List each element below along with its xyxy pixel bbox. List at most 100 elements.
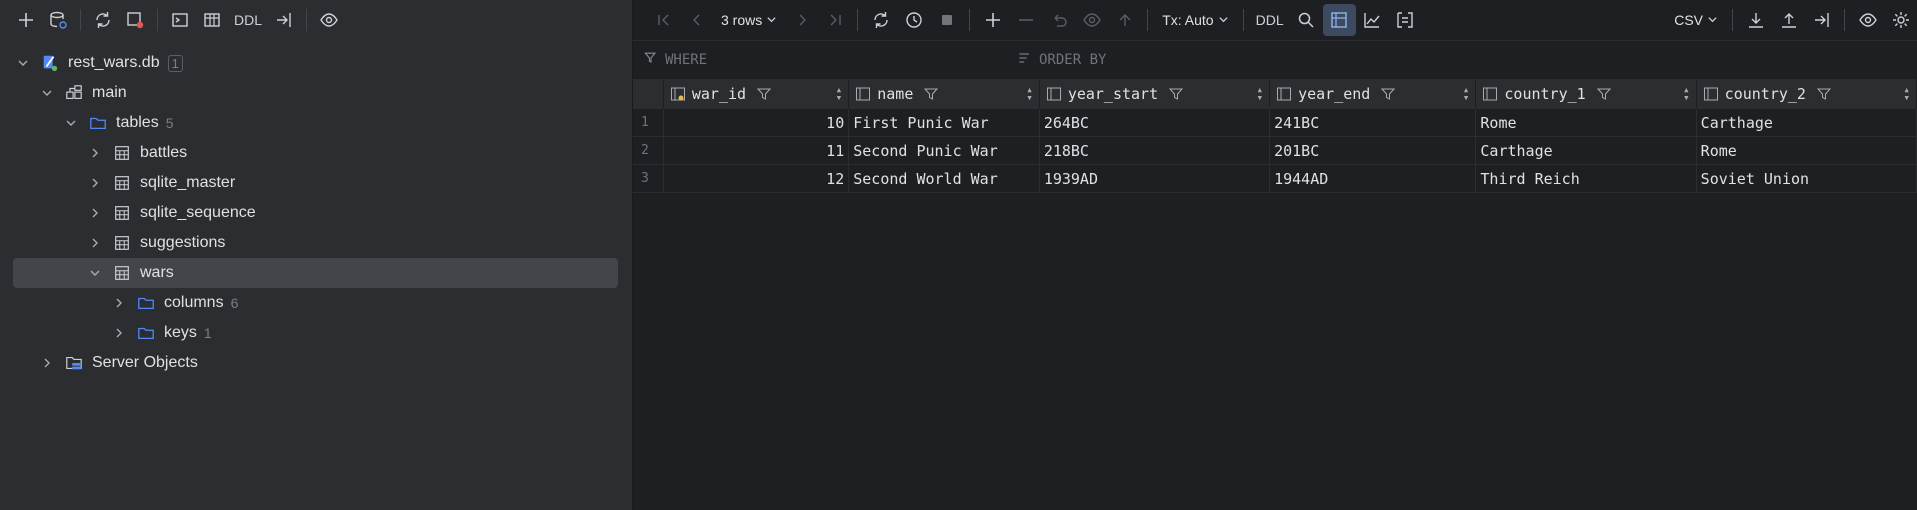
search-icon[interactable] <box>1290 4 1323 36</box>
tree-node-database[interactable]: rest_wars.db 1 <box>0 48 632 78</box>
sort-arrows-icon[interactable]: ▴ ▾ <box>836 84 843 103</box>
transaction-mode-dropdown[interactable]: Tx: Auto <box>1154 12 1236 28</box>
cell-war-id[interactable]: 12 <box>663 164 850 193</box>
column-header-year-start[interactable]: year_start ▴ ▾ <box>1039 79 1271 109</box>
chevron-down-icon[interactable] <box>14 54 32 72</box>
chevron-right-icon[interactable] <box>86 144 104 162</box>
cell-country-1[interactable]: Third Reich <box>1475 164 1697 193</box>
cell-name[interactable]: Second World War <box>848 164 1040 193</box>
add-icon[interactable] <box>10 4 42 36</box>
cell-name[interactable]: First Punic War <box>848 109 1040 137</box>
tree-node-table-suggestions[interactable]: suggestions <box>0 228 632 258</box>
disconnect-icon[interactable] <box>119 4 151 36</box>
cell-country-2[interactable]: Carthage <box>1696 109 1917 137</box>
chevron-down-icon[interactable] <box>38 84 56 102</box>
table-view-icon[interactable] <box>196 4 228 36</box>
chart-icon[interactable] <box>1356 4 1389 36</box>
table-row[interactable]: 2 11 Second Punic War 218BC 201BC Cartha… <box>633 136 1917 165</box>
add-row-icon[interactable] <box>976 4 1009 36</box>
cell-war-id[interactable]: 10 <box>663 109 850 137</box>
preview-changes-icon[interactable] <box>1075 4 1108 36</box>
delete-row-icon[interactable] <box>1009 4 1042 36</box>
cell-year-end[interactable]: 1944AD <box>1269 164 1477 193</box>
tree-node-tables[interactable]: tables 5 <box>0 108 632 138</box>
tree-node-table-battles[interactable]: battles <box>0 138 632 168</box>
filter-icon[interactable] <box>1380 86 1396 102</box>
submit-icon[interactable] <box>1108 4 1141 36</box>
tree-node-server-objects[interactable]: Server Objects <box>0 348 632 378</box>
cell-year-start[interactable]: 1939AD <box>1039 164 1271 193</box>
filter-icon[interactable] <box>1816 86 1832 102</box>
page-size-dropdown[interactable]: 3 rows <box>713 12 785 28</box>
sort-arrows-icon[interactable]: ▴ ▾ <box>1463 84 1470 103</box>
column-header-war-id[interactable]: war_id ▴ ▾ <box>663 79 850 109</box>
table-row[interactable]: 3 12 Second World War 1939AD 1944AD Thir… <box>633 164 1917 193</box>
cell-country-2[interactable]: Rome <box>1696 136 1917 165</box>
refresh-icon[interactable] <box>87 4 119 36</box>
ddl-button[interactable]: DDL <box>228 12 268 28</box>
tree-node-schema[interactable]: main <box>0 78 632 108</box>
previous-page-icon[interactable] <box>680 4 713 36</box>
column-header-country-2[interactable]: country_2 ▴ ▾ <box>1696 79 1917 109</box>
chevron-right-icon[interactable] <box>110 324 128 342</box>
revert-icon[interactable] <box>1042 4 1075 36</box>
where-filter-input[interactable]: WHERE <box>633 50 1017 70</box>
query-console-icon[interactable] <box>164 4 196 36</box>
view-options-icon[interactable] <box>313 4 345 36</box>
cell-year-start[interactable]: 264BC <box>1039 109 1271 137</box>
order-by-input[interactable]: ORDER BY <box>1017 50 1106 70</box>
tree-node-table-sqlite-sequence[interactable]: sqlite_sequence <box>0 198 632 228</box>
cell-country-2[interactable]: Soviet Union <box>1696 164 1917 193</box>
cell-country-1[interactable]: Carthage <box>1475 136 1697 165</box>
column-name: name <box>877 85 914 103</box>
next-page-icon[interactable] <box>785 4 818 36</box>
tree-node-keys[interactable]: keys 1 <box>0 318 632 348</box>
chevron-right-icon[interactable] <box>38 354 56 372</box>
sort-arrows-icon[interactable]: ▴ ▾ <box>1683 84 1690 103</box>
chevron-right-icon[interactable] <box>86 234 104 252</box>
export-format-dropdown[interactable]: CSV <box>1666 12 1726 28</box>
sort-arrows-icon[interactable]: ▴ ▾ <box>1903 84 1910 103</box>
cell-country-1[interactable]: Rome <box>1475 109 1697 137</box>
tree-node-table-wars[interactable]: wars <box>13 258 618 288</box>
cell-year-start[interactable]: 218BC <box>1039 136 1271 165</box>
filter-icon[interactable] <box>756 86 772 102</box>
connection-count: 1 <box>167 54 183 72</box>
column-header-year-end[interactable]: year_end ▴ ▾ <box>1269 79 1477 109</box>
chevron-down-icon[interactable] <box>62 114 80 132</box>
sort-arrows-icon[interactable]: ▴ ▾ <box>1256 84 1263 103</box>
cell-war-id[interactable]: 11 <box>663 136 850 165</box>
stop-icon[interactable] <box>930 4 963 36</box>
tree-node-table-sqlite-master[interactable]: sqlite_master <box>0 168 632 198</box>
chevron-down-icon <box>1218 12 1229 28</box>
compare-icon[interactable] <box>1805 4 1838 36</box>
filter-icon[interactable] <box>1168 86 1184 102</box>
jump-to-icon[interactable] <box>268 4 300 36</box>
filter-icon[interactable] <box>923 86 939 102</box>
filter-icon[interactable] <box>1596 86 1612 102</box>
sort-arrows-icon[interactable]: ▴ ▾ <box>1026 84 1033 103</box>
ddl-button[interactable]: DDL <box>1250 12 1290 28</box>
table-row[interactable]: 1 10 First Punic War 264BC 241BC Rome Ca… <box>633 109 1917 137</box>
upload-icon[interactable] <box>1772 4 1805 36</box>
download-icon[interactable] <box>1739 4 1772 36</box>
cell-year-end[interactable]: 241BC <box>1269 109 1477 137</box>
column-header-name[interactable]: name ▴ ▾ <box>848 79 1040 109</box>
view-options-icon[interactable] <box>1851 4 1884 36</box>
cell-year-end[interactable]: 201BC <box>1269 136 1477 165</box>
first-page-icon[interactable] <box>647 4 680 36</box>
cell-name[interactable]: Second Punic War <box>848 136 1040 165</box>
data-source-properties-icon[interactable] <box>42 4 74 36</box>
chevron-right-icon[interactable] <box>86 204 104 222</box>
reload-icon[interactable] <box>864 4 897 36</box>
settings-gear-icon[interactable] <box>1884 4 1917 36</box>
chevron-right-icon[interactable] <box>110 294 128 312</box>
value-viewer-icon[interactable] <box>1389 4 1422 36</box>
chevron-down-icon[interactable] <box>86 264 104 282</box>
auto-refresh-icon[interactable] <box>897 4 930 36</box>
tree-node-columns[interactable]: columns 6 <box>0 288 632 318</box>
last-page-icon[interactable] <box>818 4 851 36</box>
column-header-country-1[interactable]: country_1 ▴ ▾ <box>1475 79 1697 109</box>
chevron-right-icon[interactable] <box>86 174 104 192</box>
table-view-toggle-icon[interactable] <box>1322 4 1356 36</box>
